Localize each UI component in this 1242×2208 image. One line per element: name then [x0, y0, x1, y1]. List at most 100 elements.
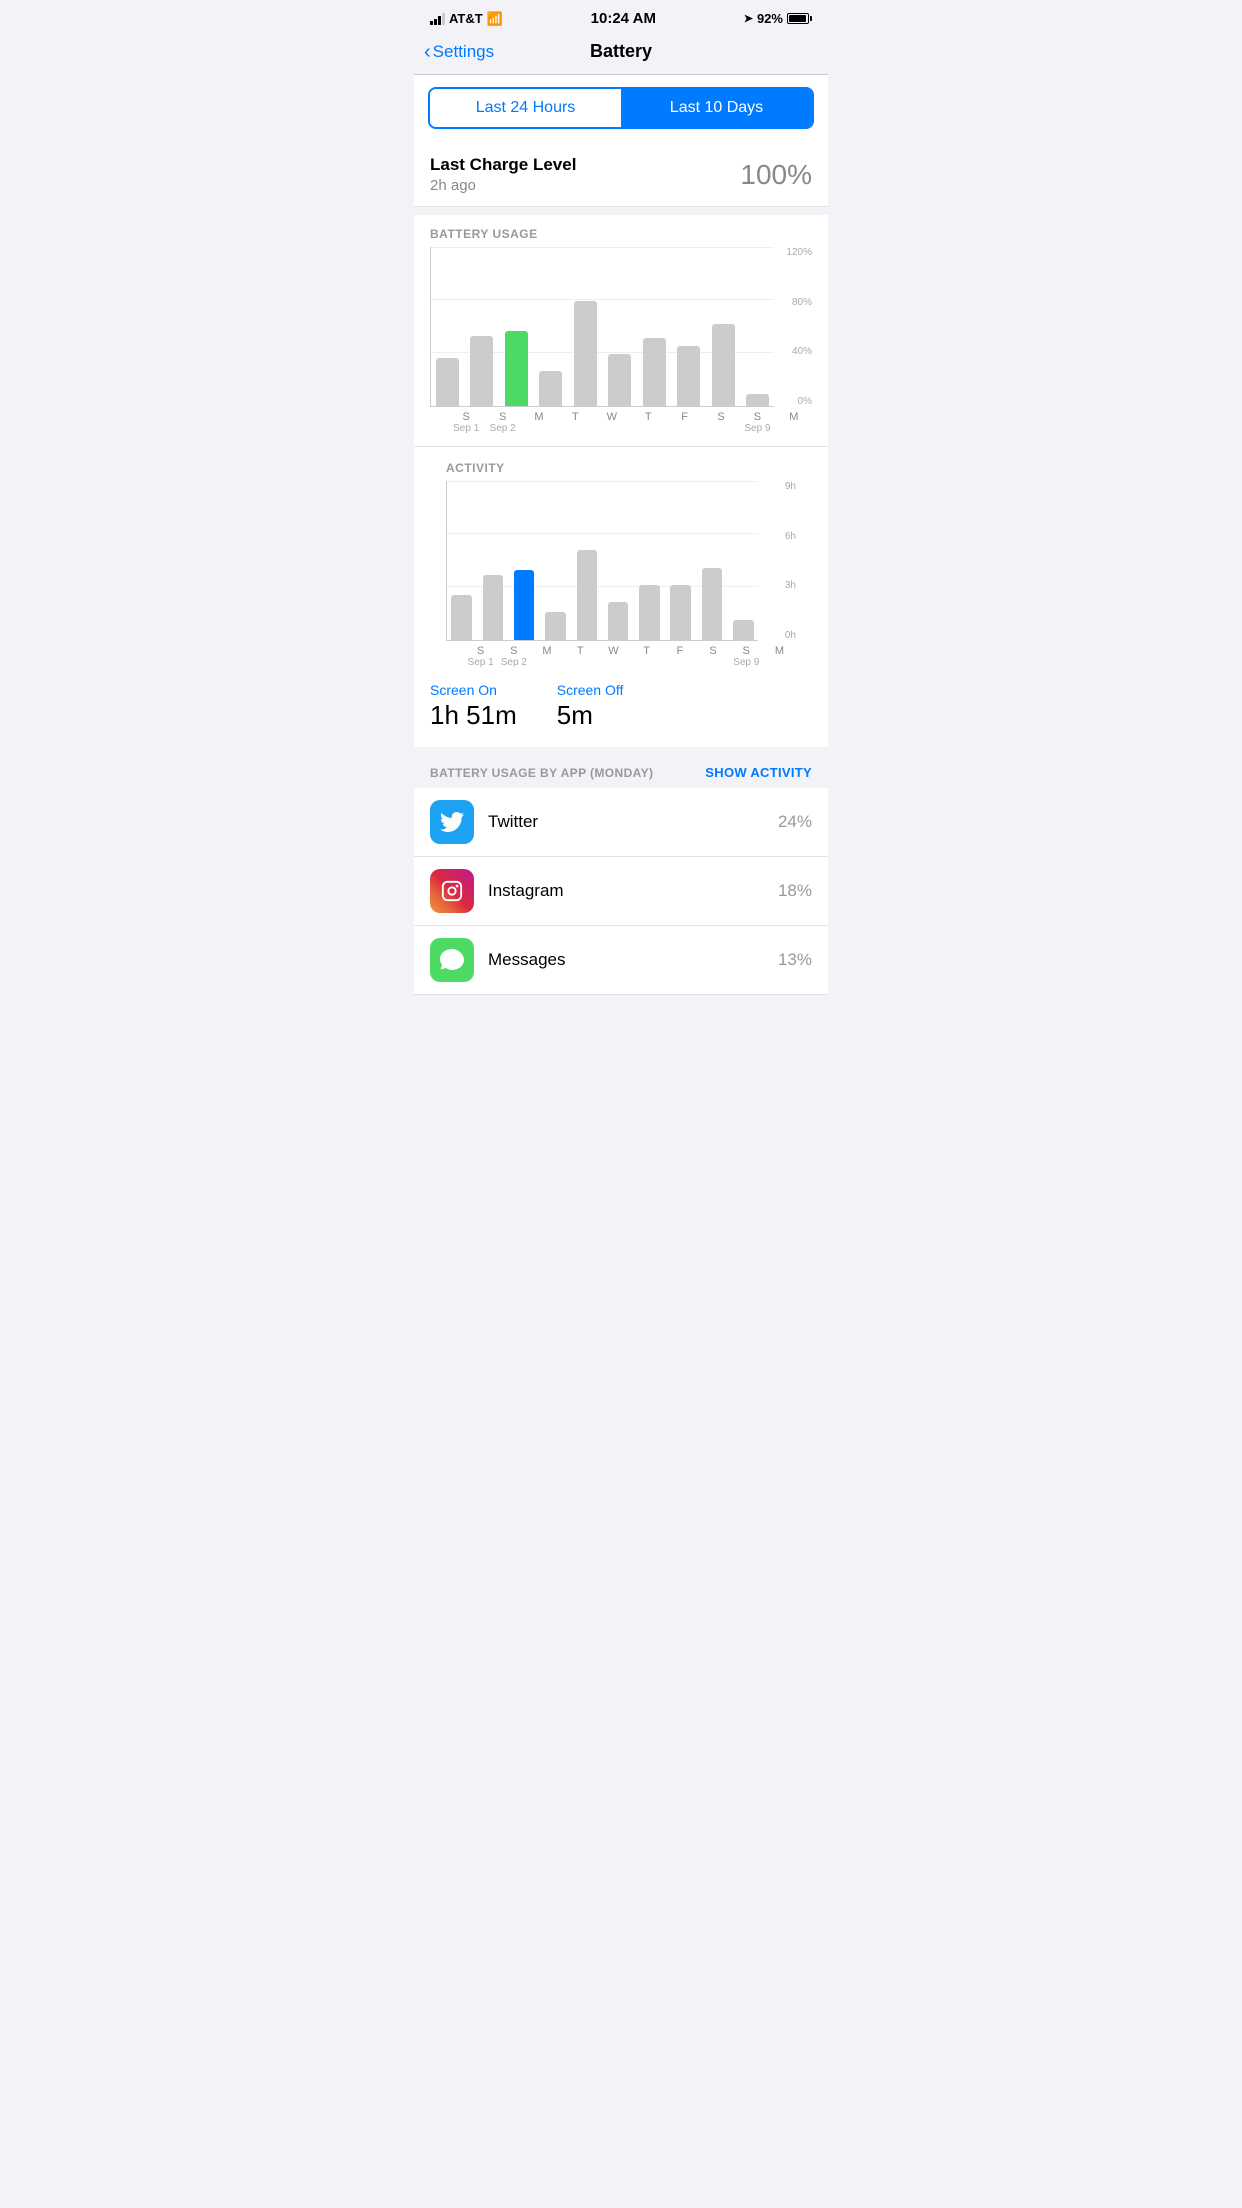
battery-bar-0	[436, 358, 459, 406]
twitter-app-name: Twitter	[488, 812, 778, 832]
activity-bar-group-5	[603, 481, 632, 640]
activity-day-labels: SSep 1 SSep 2 M T W T F S SSep 9 M	[446, 641, 796, 668]
activity-bar-group-8	[697, 481, 726, 640]
activity-section: ACTIVITY	[414, 446, 828, 668]
activity-bar-9	[733, 620, 754, 640]
battery-bar-9	[746, 394, 769, 406]
day-label-7: S	[703, 411, 739, 434]
twitter-icon	[430, 800, 474, 844]
location-icon: ➤	[744, 12, 753, 25]
battery-y-label-2: 40%	[778, 346, 812, 357]
screen-off-stat: Screen Off 5m	[557, 682, 624, 731]
activity-bar-5	[608, 602, 629, 640]
battery-bars-area	[430, 247, 774, 407]
screen-off-value: 5m	[557, 700, 624, 731]
signal-bar-2	[434, 19, 437, 25]
segment-last-10d[interactable]: Last 10 Days	[621, 89, 812, 127]
wifi-icon: 📶	[487, 11, 503, 27]
battery-bar-7	[677, 346, 700, 406]
instagram-icon	[430, 869, 474, 913]
signal-bar-4	[442, 13, 445, 25]
activity-y-label-2: 3h	[762, 580, 796, 591]
activity-bar-4	[577, 550, 598, 640]
battery-chart-wrapper: 120% 80% 40% 0% SSep 1 SSep 2 M T W T F …	[414, 247, 828, 434]
messages-app-percent: 13%	[778, 950, 812, 970]
day-label-2: M	[521, 411, 557, 434]
battery-bar-5	[608, 354, 631, 406]
activity-bar-6	[639, 585, 660, 640]
day-label-1: SSep 2	[484, 411, 520, 434]
activity-bar-group-2	[510, 481, 539, 640]
bar-group-1	[466, 247, 499, 406]
bar-group-8	[707, 247, 740, 406]
segment-last-24h[interactable]: Last 24 Hours	[430, 89, 621, 127]
chevron-left-icon: ‹	[424, 42, 431, 62]
page-title: Battery	[590, 41, 652, 62]
app-row-messages[interactable]: Messages 13%	[414, 926, 828, 995]
activity-bar-group-7	[666, 481, 695, 640]
activity-bar-group-3	[541, 481, 570, 640]
signal-bar-1	[430, 21, 433, 25]
instagram-app-name: Instagram	[488, 881, 778, 901]
battery-chart-label: BATTERY USAGE	[414, 227, 828, 247]
back-label: Settings	[433, 42, 494, 62]
activity-y-labels: 9h 6h 3h 0h	[758, 481, 796, 641]
battery-bar-8	[712, 324, 735, 406]
activity-y-label-1: 6h	[762, 531, 796, 542]
screen-on-value: 1h 51m	[430, 700, 517, 731]
status-right: ➤ 92%	[744, 11, 812, 26]
activity-chart-label: ACTIVITY	[430, 461, 812, 481]
day-label-8: SSep 9	[739, 411, 775, 434]
last-charge-section: Last Charge Level 2h ago 100%	[414, 141, 828, 207]
segment-container: Last 24 Hours Last 10 Days	[414, 75, 828, 141]
bar-group-6	[638, 247, 671, 406]
activity-bar-group-0	[447, 481, 476, 640]
battery-by-app-title: BATTERY USAGE BY APP (MONDAY)	[430, 766, 653, 780]
battery-percent: 92%	[757, 11, 783, 26]
app-list: Twitter 24% Instagram 18% Messages	[414, 788, 828, 995]
battery-day-labels: SSep 1 SSep 2 M T W T F S SSep 9 M	[430, 407, 812, 434]
battery-bar-1	[470, 336, 493, 406]
messages-app-name: Messages	[488, 950, 778, 970]
messages-icon	[430, 938, 474, 982]
activity-bar-7	[670, 585, 691, 640]
activity-bar-8	[702, 568, 723, 640]
battery-bar-4	[574, 301, 597, 406]
twitter-app-percent: 24%	[778, 812, 812, 832]
signal-bar-3	[438, 16, 441, 25]
app-row-twitter[interactable]: Twitter 24%	[414, 788, 828, 857]
bar-group-5	[604, 247, 637, 406]
spacer-1	[414, 207, 828, 215]
status-time: 10:24 AM	[591, 10, 656, 27]
battery-y-label-3: 0%	[778, 396, 812, 407]
day-label-6: F	[666, 411, 702, 434]
back-button[interactable]: ‹ Settings	[424, 42, 494, 62]
charge-title: Last Charge Level	[430, 155, 576, 175]
charge-left: Last Charge Level 2h ago	[430, 155, 576, 194]
app-row-instagram[interactable]: Instagram 18%	[414, 857, 828, 926]
screen-off-label: Screen Off	[557, 682, 624, 698]
screen-on-stat: Screen On 1h 51m	[430, 682, 517, 731]
bar-group-0	[431, 247, 464, 406]
battery-icon	[787, 13, 812, 24]
nav-bar: ‹ Settings Battery	[414, 33, 828, 75]
bar-group-4	[569, 247, 602, 406]
activity-bar-2	[514, 570, 535, 640]
battery-chart-container: BATTERY USAGE	[414, 215, 828, 446]
battery-bar-3	[539, 371, 562, 406]
battery-chart-section: BATTERY USAGE	[414, 227, 828, 442]
activity-bar-0	[451, 595, 472, 640]
battery-y-labels: 120% 80% 40% 0%	[774, 247, 812, 407]
activity-y-label-3: 0h	[762, 630, 796, 641]
battery-y-label-1: 80%	[778, 297, 812, 308]
day-label-0: SSep 1	[448, 411, 484, 434]
main-content: Last 24 Hours Last 10 Days Last Charge L…	[414, 75, 828, 995]
bar-group-3	[535, 247, 568, 406]
battery-bar-2	[505, 331, 528, 406]
show-activity-button[interactable]: SHOW ACTIVITY	[705, 765, 812, 780]
carrier-label: AT&T	[449, 11, 483, 26]
day-label-9: M	[776, 411, 812, 434]
bar-group-9	[742, 247, 775, 406]
activity-bar-group-4	[572, 481, 601, 640]
segment-control: Last 24 Hours Last 10 Days	[428, 87, 814, 129]
